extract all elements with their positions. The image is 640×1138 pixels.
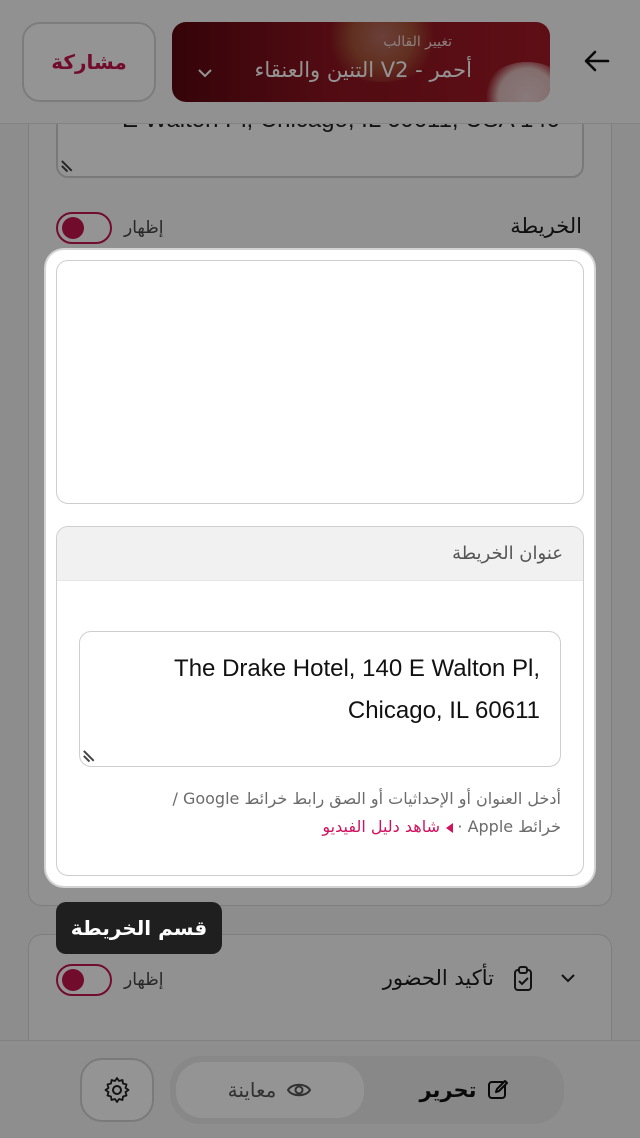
play-icon — [446, 822, 453, 833]
map-section-highlight: عنوان الخريطة The Drake Hotel, 140 E Wal… — [46, 250, 594, 886]
video-guide-label: شاهد دليل الفيديو — [322, 817, 440, 836]
help-text: أدخل العنوان أو الإحداثيات أو الصق رابط … — [172, 789, 561, 808]
map-section-tooltip: قسم الخريطة — [56, 902, 222, 954]
map-address-input[interactable]: The Drake Hotel, 140 E Walton Pl, Chicag… — [79, 631, 561, 767]
map-address-header: عنوان الخريطة — [57, 527, 583, 581]
resize-handle-icon[interactable] — [84, 750, 96, 762]
video-guide-link[interactable]: شاهد دليل الفيديو — [322, 817, 453, 836]
map-address-section: عنوان الخريطة The Drake Hotel, 140 E Wal… — [56, 526, 584, 876]
map-preview — [56, 260, 584, 504]
map-address-value: The Drake Hotel, 140 E Walton Pl, Chicag… — [174, 655, 540, 724]
map-address-heading: عنوان الخريطة — [452, 543, 563, 564]
help-text-continued: خرائط Apple · — [457, 817, 561, 836]
